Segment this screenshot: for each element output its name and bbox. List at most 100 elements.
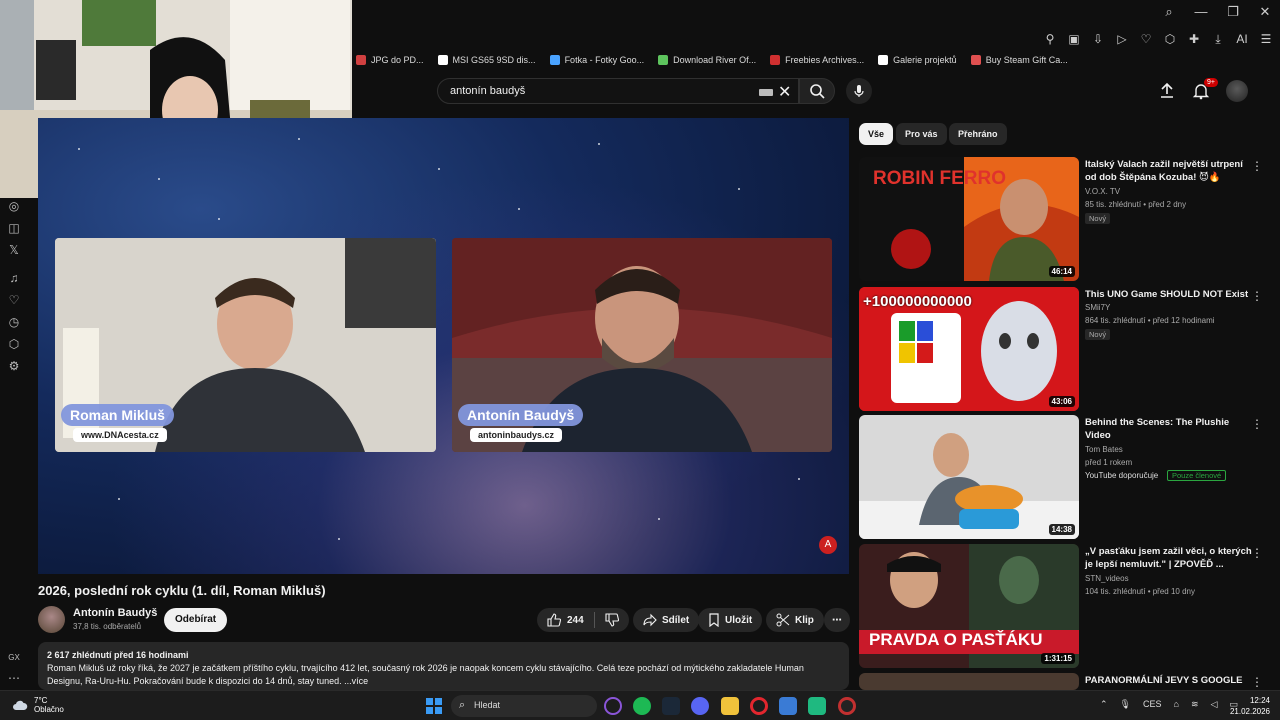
video-thumbnail[interactable]: PRAVDA O PASŤÁKU 1:31:15 — [859, 544, 1079, 668]
bookmark[interactable]: Freebies Archives... — [770, 55, 864, 65]
chip-for-you[interactable]: Pro vás — [896, 123, 947, 145]
more-vert-icon[interactable]: ⋮ — [1251, 289, 1263, 303]
chip-all[interactable]: Vše — [859, 123, 894, 145]
recommended-title[interactable]: PARANORMÁLNÍ JEVY S GOOGLE — [1085, 674, 1255, 687]
recommended-title[interactable]: This UNO Game SHOULD NOT Exist — [1085, 288, 1255, 301]
video-thumbnail[interactable] — [859, 673, 1079, 690]
cortana-icon[interactable] — [604, 697, 622, 715]
minimize-icon[interactable]: — — [1194, 4, 1208, 20]
video-thumbnail[interactable]: ROBIN FERRO 46:14 — [859, 157, 1079, 281]
search-button[interactable] — [799, 78, 835, 104]
maximize-icon[interactable]: ❐ — [1226, 4, 1240, 20]
voice-search-button[interactable] — [846, 78, 872, 104]
cube-icon[interactable]: ⬡ — [1164, 32, 1176, 47]
download-icon[interactable]: ⇩ — [1092, 32, 1104, 47]
recommended-video[interactable]: PRAVDA O PASŤÁKU 1:31:15 „V pasťáku jsem… — [859, 544, 1269, 668]
like-button[interactable]: 244 — [547, 613, 584, 627]
photos-icon[interactable] — [779, 697, 797, 715]
bookmark[interactable]: Galerie projektů — [878, 55, 957, 65]
downloads-icon[interactable]: ⤓ — [1212, 32, 1224, 47]
discord-icon[interactable] — [691, 697, 709, 715]
bookmark[interactable]: Fotka - Fotky Goo... — [549, 55, 644, 65]
recommended-title[interactable]: Behind the Scenes: The Plushie Video — [1085, 416, 1255, 442]
chip-watched[interactable]: Přehráno — [949, 123, 1007, 145]
recommended-title[interactable]: „V pasťáku jsem zažil věci, o kterých je… — [1085, 545, 1255, 571]
start-button[interactable] — [426, 698, 442, 714]
ai-icon[interactable]: AI — [1236, 32, 1248, 47]
video-thumbnail[interactable]: 14:38 — [859, 415, 1079, 539]
app-icon[interactable] — [808, 697, 826, 715]
heart-icon[interactable]: ♡ — [1140, 32, 1152, 47]
cloud-icon — [13, 700, 28, 710]
gx-icon[interactable]: GX — [6, 650, 22, 666]
x-icon[interactable]: 𝕏 — [6, 242, 22, 258]
divider — [593, 612, 595, 628]
more-icon[interactable]: ⋯ — [6, 670, 22, 686]
channel-name[interactable]: Antonín Baudyš — [73, 607, 157, 619]
recommended-video[interactable]: +100000000000 43:06 This UNO Game SHOULD… — [859, 287, 1269, 411]
recommended-channel[interactable]: SMii7Y — [1085, 303, 1110, 312]
cube-icon[interactable]: ⬡ — [6, 336, 22, 352]
network-icon[interactable]: ⌂ — [1174, 699, 1179, 710]
language-indicator[interactable]: CES — [1143, 699, 1162, 710]
share-button[interactable]: Sdílet — [633, 608, 700, 632]
thumbs-down-icon[interactable] — [605, 613, 619, 627]
opera-icon[interactable] — [750, 697, 768, 715]
more-vert-icon[interactable]: ⋮ — [1251, 417, 1263, 431]
wifi-icon[interactable]: ≋ — [1191, 699, 1199, 710]
whatsapp-icon[interactable]: ◎ — [6, 198, 22, 214]
play-icon[interactable]: ▷ — [1116, 32, 1128, 47]
recommended-channel[interactable]: Tom Bates — [1085, 445, 1123, 454]
pin-icon[interactable]: ⚲ — [1044, 32, 1056, 47]
close-icon[interactable]: ✕ — [1258, 4, 1272, 20]
taskbar-search[interactable]: ⌕ Hledat — [451, 695, 597, 717]
microphone-icon[interactable]: 🎙 — [1120, 699, 1131, 710]
heart-icon[interactable]: ♡ — [6, 292, 22, 308]
instagram-icon[interactable]: ◫ — [6, 220, 22, 236]
settings-icon[interactable]: ⚙ — [6, 358, 22, 374]
video-thumbnail[interactable]: +100000000000 43:06 — [859, 287, 1079, 411]
description-box[interactable]: 2 617 zhlédnutí před 16 hodinami Roman M… — [38, 642, 849, 690]
clock[interactable]: 12:24 21.02.2026 — [1230, 695, 1270, 717]
clear-search-icon[interactable]: ✕ — [778, 82, 791, 102]
channel-avatar[interactable] — [38, 606, 65, 633]
clip-button[interactable]: Klip — [766, 608, 824, 632]
save-button[interactable]: Uložit — [698, 608, 763, 632]
steam-icon[interactable] — [662, 697, 680, 715]
history-icon[interactable]: ◷ — [6, 314, 22, 330]
search-input[interactable]: antonín baudyš — [450, 85, 525, 97]
extensions-icon[interactable]: ✚ — [1188, 32, 1200, 47]
bookmark[interactable]: Download River Of... — [658, 55, 756, 65]
recommended-title[interactable]: Italský Valach zažil největší utrpení od… — [1085, 158, 1255, 184]
recommended-video[interactable]: 14:38 Behind the Scenes: The Plushie Vid… — [859, 415, 1269, 539]
recommended-video[interactable]: PARANORMÁLNÍ JEVY S GOOGLE ⋮ — [859, 673, 1269, 690]
recommended-video[interactable]: ROBIN FERRO 46:14 Italský Valach zažil n… — [859, 157, 1269, 281]
weather-widget[interactable]: 7°C Oblačno — [12, 696, 64, 714]
recommended-meta: 104 tis. zhlédnutí • před 10 dny — [1085, 587, 1195, 596]
spotify-icon[interactable] — [633, 697, 651, 715]
bookmark[interactable]: MSI GS65 9SD dis... — [437, 55, 536, 65]
recommended-channel[interactable]: V.O.X. TV — [1085, 187, 1120, 196]
upload-icon[interactable] — [1158, 82, 1176, 100]
more-actions-button[interactable]: ⋯ — [824, 608, 850, 632]
recommended-channel[interactable]: STN_videos — [1085, 574, 1129, 583]
avatar[interactable] — [1226, 80, 1248, 102]
guest-website-label: antoninbaudys.cz — [470, 428, 563, 442]
bookmark[interactable]: JPG do PD... — [356, 55, 424, 65]
keyboard-icon[interactable] — [759, 89, 773, 96]
chevron-up-icon[interactable]: ⌃ — [1100, 699, 1108, 710]
search-box[interactable]: antonín baudyš ✕ — [437, 78, 799, 104]
subscribe-button[interactable]: Odebírat — [164, 608, 228, 632]
search-icon[interactable]: ⌕ — [1162, 4, 1176, 20]
more-vert-icon[interactable]: ⋮ — [1251, 675, 1263, 689]
snapshot-icon[interactable]: ▣ — [1068, 32, 1080, 47]
more-vert-icon[interactable]: ⋮ — [1251, 159, 1263, 173]
file-explorer-icon[interactable] — [721, 697, 739, 715]
bookmark[interactable]: Buy Steam Gift Ca... — [970, 55, 1068, 65]
music-icon[interactable]: ♫ — [6, 270, 22, 286]
opera-gx-icon[interactable] — [838, 697, 856, 715]
more-vert-icon[interactable]: ⋮ — [1251, 546, 1263, 560]
video-player[interactable]: Roman Mikluš www.DNAcesta.cz Antonín Bau… — [38, 118, 849, 574]
volume-icon[interactable]: ◁ — [1210, 699, 1217, 710]
menu-icon[interactable]: ☰ — [1260, 32, 1272, 47]
